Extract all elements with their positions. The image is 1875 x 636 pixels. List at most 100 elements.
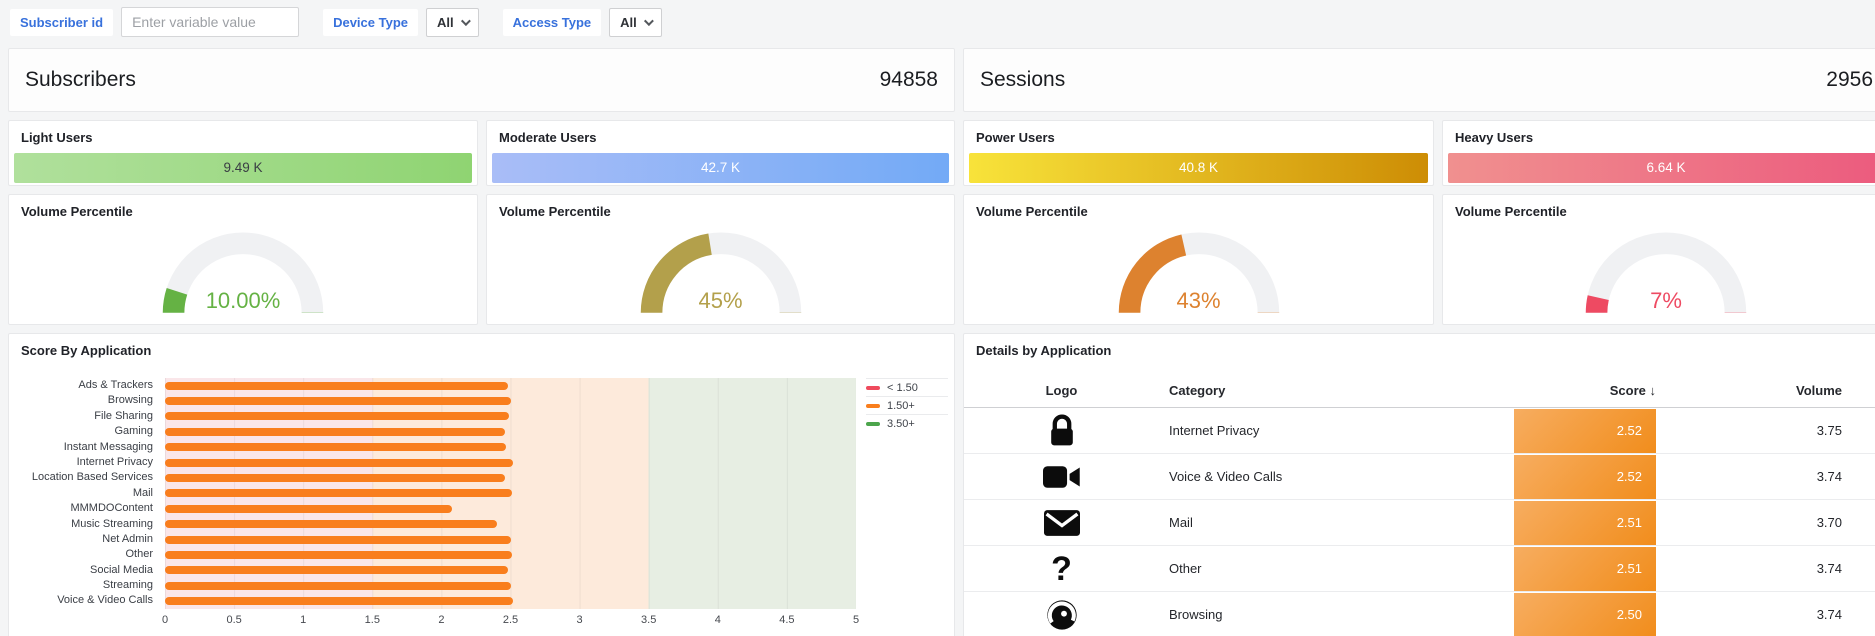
volume-cell: 3.74 [1656,469,1875,484]
table-row[interactable]: Voice & Video Calls 2.52 3.74 [964,454,1875,500]
x-tick-label: 0 [162,614,168,626]
access-type-label: Access Type [503,9,602,36]
chevron-down-icon [644,16,654,26]
bar-row [165,578,856,593]
category-label: Social Media [15,563,165,578]
score-bar[interactable] [165,597,513,605]
table-row[interactable]: Mail 2.51 3.70 [964,500,1875,546]
category-label: Streaming [15,578,165,593]
category-cell: Internet Privacy [1159,423,1514,438]
column-header-volume[interactable]: Volume [1656,383,1875,398]
legend-item[interactable]: 3.50+ [866,414,948,432]
chevron-down-icon [461,16,471,26]
score-bar[interactable] [165,536,511,544]
device-type-select[interactable]: All [426,8,479,37]
bar-row [165,455,856,470]
category-label: Location Based Services [15,470,165,485]
category-label: Gaming [15,424,165,439]
legend-item[interactable]: 1.50+ [866,396,948,414]
video-camera-icon [964,464,1159,490]
score-bar[interactable] [165,505,452,513]
score-bar[interactable] [165,397,511,405]
score-bar[interactable] [165,382,508,390]
score-cell: 2.51 [1514,501,1656,545]
bar-row [165,440,856,455]
sessions-panel: Sessions 2956 [963,48,1875,112]
light-users-stat-bar: 9.49 K [14,153,472,183]
x-tick-label: 1 [300,614,306,626]
moderate-users-panel: Moderate Users 42.7 K [486,120,955,186]
column-header-score[interactable]: Score ↓ [1514,383,1656,398]
volume-percentile-panel-power: Volume Percentile 43% [963,194,1434,325]
score-cell: 2.52 [1514,455,1656,499]
table-row[interactable]: Internet Privacy 2.52 3.75 [964,408,1875,454]
panel-title: Light Users [9,121,477,149]
category-label: Internet Privacy [15,455,165,470]
category-cell: Other [1159,561,1514,576]
bar-row [165,517,856,532]
bar-row [165,501,856,516]
subscribers-title: Subscribers [25,68,136,92]
panel-title: Power Users [964,121,1433,149]
category-label: Ads & Trackers [15,378,165,393]
score-bar[interactable] [165,551,512,559]
score-bar[interactable] [165,566,508,574]
volume-cell: 3.75 [1656,423,1875,438]
score-bar[interactable] [165,489,512,497]
subscribers-value: 94858 [880,68,938,92]
x-tick-label: 4.5 [779,614,794,626]
category-label: MMMDOContent [15,501,165,516]
x-tick-label: 0.5 [226,614,241,626]
score-bar[interactable] [165,443,506,451]
question-mark-icon: ? [964,552,1159,586]
table-row[interactable]: ? Other 2.51 3.74 [964,546,1875,592]
moderate-users-stat-bar: 42.7 K [492,153,949,183]
mail-icon [964,510,1159,536]
score-bar[interactable] [165,582,511,590]
bar-row [165,409,856,424]
column-header-category[interactable]: Category [1159,383,1514,398]
score-bar[interactable] [165,459,513,467]
panel-title: Moderate Users [487,121,954,149]
bar-row [165,424,856,439]
subscriber-id-input[interactable] [121,7,299,37]
score-cell: 2.52 [1514,409,1656,453]
bar-row [165,378,856,393]
x-tick-label: 1.5 [365,614,380,626]
column-header-logo[interactable]: Logo [964,383,1159,398]
volume-cell: 3.74 [1656,607,1875,622]
panel-title: Details by Application [964,334,1875,362]
browsing-icon [964,599,1159,631]
panel-title: Heavy Users [1443,121,1875,149]
heavy-users-stat-bar: 6.64 K [1448,153,1875,183]
score-bar[interactable] [165,428,505,436]
score-bar[interactable] [165,474,505,482]
gauge-value: 43% [964,288,1433,314]
x-tick-label: 3.5 [641,614,656,626]
volume-cell: 3.74 [1656,561,1875,576]
dashboard: Subscriber id Device Type All Access Typ… [0,0,1875,636]
gauge-value: 45% [487,288,954,314]
score-bar[interactable] [165,520,497,528]
volume-percentile-panel-heavy: Volume Percentile 7% [1442,194,1875,325]
bar-row [165,393,856,408]
gauge: 43% [964,214,1433,322]
bar-row [165,486,856,501]
subscribers-panel: Subscribers 94858 [8,48,955,112]
category-label: Net Admin [15,532,165,547]
subscriber-id-label: Subscriber id [10,9,113,36]
x-tick-label: 2 [438,614,444,626]
details-by-application-panel: Details by Application Logo Category Sco… [963,333,1875,636]
volume-percentile-panel-moderate: Volume Percentile 45% [486,194,955,325]
access-type-select[interactable]: All [609,8,662,37]
bar-row [165,593,856,608]
category-label: Mail [15,486,165,501]
bar-row [165,547,856,562]
table-row[interactable]: Browsing 2.50 3.74 [964,592,1875,636]
light-users-panel: Light Users 9.49 K [8,120,478,186]
score-bar[interactable] [165,412,509,420]
score-cell: 2.50 [1514,593,1656,636]
score-cell: 2.51 [1514,547,1656,591]
legend-item[interactable]: < 1.50 [866,378,948,396]
volume-cell: 3.70 [1656,515,1875,530]
